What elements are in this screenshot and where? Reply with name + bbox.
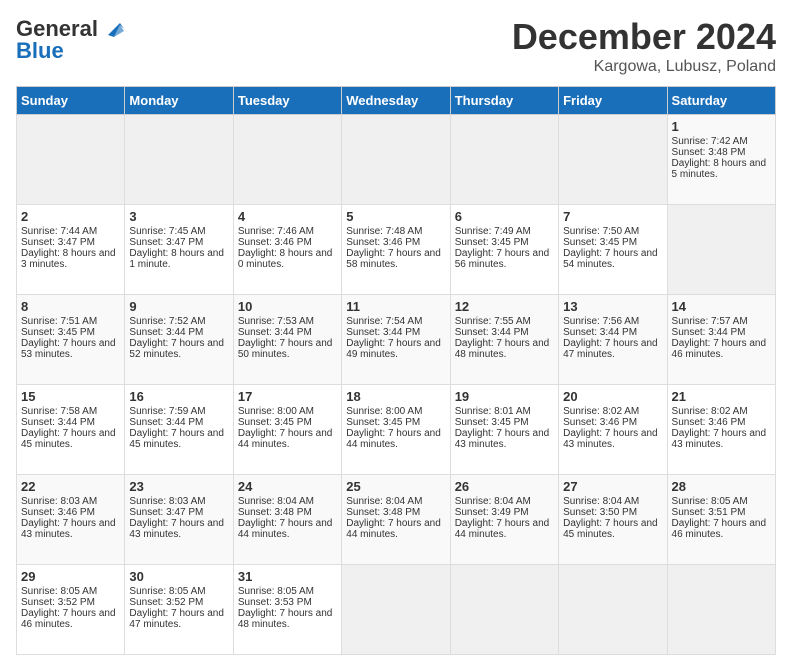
col-header-monday: Monday bbox=[125, 87, 233, 115]
page-header: General Blue December 2024 Kargowa, Lubu… bbox=[16, 16, 776, 76]
day-cell bbox=[667, 565, 775, 655]
col-header-saturday: Saturday bbox=[667, 87, 775, 115]
day-cell: 10Sunrise: 7:53 AMSunset: 3:44 PMDayligh… bbox=[233, 295, 341, 385]
day-cell: 19Sunrise: 8:01 AMSunset: 3:45 PMDayligh… bbox=[450, 385, 558, 475]
day-cell: 1Sunrise: 7:42 AMSunset: 3:48 PMDaylight… bbox=[667, 115, 775, 205]
day-cell: 22Sunrise: 8:03 AMSunset: 3:46 PMDayligh… bbox=[17, 475, 125, 565]
day-cell: 15Sunrise: 7:58 AMSunset: 3:44 PMDayligh… bbox=[17, 385, 125, 475]
day-cell: 20Sunrise: 8:02 AMSunset: 3:46 PMDayligh… bbox=[559, 385, 667, 475]
header-row: SundayMondayTuesdayWednesdayThursdayFrid… bbox=[17, 87, 776, 115]
day-cell: 28Sunrise: 8:05 AMSunset: 3:51 PMDayligh… bbox=[667, 475, 775, 565]
day-cell: 29Sunrise: 8:05 AMSunset: 3:52 PMDayligh… bbox=[17, 565, 125, 655]
day-cell bbox=[559, 565, 667, 655]
day-cell: 16Sunrise: 7:59 AMSunset: 3:44 PMDayligh… bbox=[125, 385, 233, 475]
day-cell: 3Sunrise: 7:45 AMSunset: 3:47 PMDaylight… bbox=[125, 205, 233, 295]
day-cell: 23Sunrise: 8:03 AMSunset: 3:47 PMDayligh… bbox=[125, 475, 233, 565]
day-cell bbox=[342, 565, 450, 655]
day-cell: 9Sunrise: 7:52 AMSunset: 3:44 PMDaylight… bbox=[125, 295, 233, 385]
title-block: December 2024 Kargowa, Lubusz, Poland bbox=[512, 16, 776, 76]
day-cell: 7Sunrise: 7:50 AMSunset: 3:45 PMDaylight… bbox=[559, 205, 667, 295]
day-cell: 24Sunrise: 8:04 AMSunset: 3:48 PMDayligh… bbox=[233, 475, 341, 565]
logo-icon bbox=[100, 15, 126, 41]
month-title: December 2024 bbox=[512, 16, 776, 58]
logo: General Blue bbox=[16, 16, 126, 64]
col-header-thursday: Thursday bbox=[450, 87, 558, 115]
calendar-row: 8Sunrise: 7:51 AMSunset: 3:45 PMDaylight… bbox=[17, 295, 776, 385]
empty-cell bbox=[233, 115, 341, 205]
col-header-friday: Friday bbox=[559, 87, 667, 115]
calendar-row: 22Sunrise: 8:03 AMSunset: 3:46 PMDayligh… bbox=[17, 475, 776, 565]
day-cell: 18Sunrise: 8:00 AMSunset: 3:45 PMDayligh… bbox=[342, 385, 450, 475]
day-cell: 26Sunrise: 8:04 AMSunset: 3:49 PMDayligh… bbox=[450, 475, 558, 565]
calendar-row: 2Sunrise: 7:44 AMSunset: 3:47 PMDaylight… bbox=[17, 205, 776, 295]
day-cell: 6Sunrise: 7:49 AMSunset: 3:45 PMDaylight… bbox=[450, 205, 558, 295]
day-cell: 2Sunrise: 7:44 AMSunset: 3:47 PMDaylight… bbox=[17, 205, 125, 295]
calendar-table: SundayMondayTuesdayWednesdayThursdayFrid… bbox=[16, 86, 776, 655]
col-header-tuesday: Tuesday bbox=[233, 87, 341, 115]
col-header-wednesday: Wednesday bbox=[342, 87, 450, 115]
day-cell: 13Sunrise: 7:56 AMSunset: 3:44 PMDayligh… bbox=[559, 295, 667, 385]
day-cell: 17Sunrise: 8:00 AMSunset: 3:45 PMDayligh… bbox=[233, 385, 341, 475]
day-cell: 8Sunrise: 7:51 AMSunset: 3:45 PMDaylight… bbox=[17, 295, 125, 385]
empty-cell bbox=[17, 115, 125, 205]
calendar-row: 15Sunrise: 7:58 AMSunset: 3:44 PMDayligh… bbox=[17, 385, 776, 475]
day-cell bbox=[667, 205, 775, 295]
calendar-header: SundayMondayTuesdayWednesdayThursdayFrid… bbox=[17, 87, 776, 115]
col-header-sunday: Sunday bbox=[17, 87, 125, 115]
calendar-body: 1Sunrise: 7:42 AMSunset: 3:48 PMDaylight… bbox=[17, 115, 776, 655]
day-cell: 21Sunrise: 8:02 AMSunset: 3:46 PMDayligh… bbox=[667, 385, 775, 475]
day-cell: 5Sunrise: 7:48 AMSunset: 3:46 PMDaylight… bbox=[342, 205, 450, 295]
day-cell bbox=[450, 565, 558, 655]
empty-cell bbox=[559, 115, 667, 205]
day-cell: 12Sunrise: 7:55 AMSunset: 3:44 PMDayligh… bbox=[450, 295, 558, 385]
day-cell: 4Sunrise: 7:46 AMSunset: 3:46 PMDaylight… bbox=[233, 205, 341, 295]
calendar-row: 29Sunrise: 8:05 AMSunset: 3:52 PMDayligh… bbox=[17, 565, 776, 655]
day-cell: 14Sunrise: 7:57 AMSunset: 3:44 PMDayligh… bbox=[667, 295, 775, 385]
day-cell: 30Sunrise: 8:05 AMSunset: 3:52 PMDayligh… bbox=[125, 565, 233, 655]
calendar-row: 1Sunrise: 7:42 AMSunset: 3:48 PMDaylight… bbox=[17, 115, 776, 205]
day-cell: 25Sunrise: 8:04 AMSunset: 3:48 PMDayligh… bbox=[342, 475, 450, 565]
empty-cell bbox=[450, 115, 558, 205]
empty-cell bbox=[125, 115, 233, 205]
day-cell: 27Sunrise: 8:04 AMSunset: 3:50 PMDayligh… bbox=[559, 475, 667, 565]
location-title: Kargowa, Lubusz, Poland bbox=[512, 58, 776, 76]
empty-cell bbox=[342, 115, 450, 205]
day-cell: 11Sunrise: 7:54 AMSunset: 3:44 PMDayligh… bbox=[342, 295, 450, 385]
day-cell: 31Sunrise: 8:05 AMSunset: 3:53 PMDayligh… bbox=[233, 565, 341, 655]
